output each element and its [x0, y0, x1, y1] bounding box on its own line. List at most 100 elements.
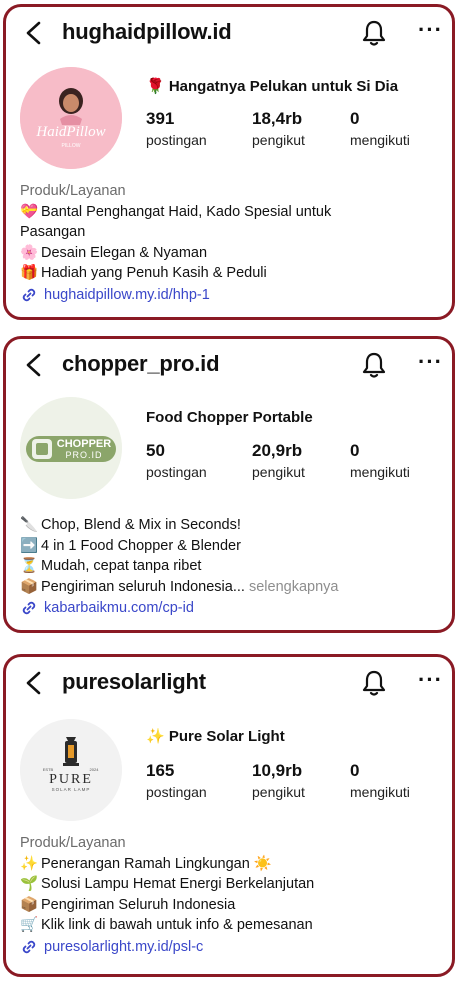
- bio-line: 💝 Bantal Penghangat Haid, Kado Spesial un…: [20, 202, 440, 223]
- back-arrow-icon[interactable]: [24, 353, 44, 377]
- link-icon: [22, 288, 36, 301]
- bio-line: 🎁 Hadiah yang Penuh Kasih & Peduli: [20, 263, 440, 284]
- bio-line: ⏳ Mudah, cepat tanpa ribet: [20, 556, 440, 577]
- profile-link[interactable]: puresolarlight.my.id/psl-c: [20, 937, 440, 958]
- profile-header: chopper_pro.id ···: [6, 347, 452, 383]
- bio-line-text: Solusi Lampu Hemat Energi Berkelanjutan: [41, 876, 315, 892]
- seedling-icon: 🌱: [20, 876, 39, 892]
- stat-following-value: 0: [350, 761, 360, 780]
- avatar[interactable]: ESTB 2024 PURE SOLAR LAMP: [20, 719, 122, 821]
- bio-line-text: Chop, Blend & Mix in Seconds!: [41, 517, 241, 533]
- link-icon: [22, 602, 36, 615]
- shopping-cart-icon: 🛒: [20, 917, 39, 933]
- stat-posts-value: 50: [146, 441, 165, 460]
- knife-icon: 🔪: [20, 517, 39, 533]
- more-options-icon[interactable]: ···: [418, 667, 443, 693]
- right-arrow-icon: ➡️: [20, 537, 39, 554]
- bio-line-text: Bantal Penghangat Haid, Kado Spesial unt…: [41, 203, 332, 220]
- stat-posts-value: 165: [146, 761, 175, 780]
- stat-following-value: 0: [350, 109, 360, 128]
- avatar[interactable]: HaidPillow PILLOW: [20, 67, 122, 169]
- stat-followers-label: pengikut: [252, 132, 305, 148]
- avatar-brand-sub: SOLAR LAMP: [52, 787, 91, 792]
- bio-line-text: Pengiriman Seluruh Indonesia: [41, 896, 236, 913]
- gift-icon: 🎁: [20, 265, 39, 281]
- profile-link[interactable]: kabarbaikmu.com/cp-id: [20, 598, 440, 619]
- bio-line-text: Hadiah yang Penuh Kasih & Peduli: [41, 265, 267, 281]
- stat-following-label: mengikuti: [350, 132, 410, 148]
- stat-following-label: mengikuti: [350, 464, 410, 480]
- profile-display-name: Food Chopper Portable: [146, 409, 313, 426]
- stat-following-value: 0: [350, 441, 360, 460]
- stat-posts-value: 391: [146, 109, 175, 128]
- bio-line: 🛒 Klik link di bawah untuk info & pemesan…: [20, 915, 440, 936]
- profile-display-name: 🌹 Hangatnya Pelukan untuk Si Dia: [146, 78, 399, 95]
- avatar-logo: CHOPPER PRO.ID: [20, 397, 122, 499]
- stat-followers-value: 10,9rb: [252, 761, 303, 780]
- bio-line: 📦 Pengiriman seluruh Indonesia... selengk…: [20, 577, 440, 598]
- avatar-brand-sub: PILLOW: [62, 143, 81, 149]
- stat-posts-label: postingan: [146, 464, 207, 480]
- stat-following[interactable]: 0 mengikuti: [350, 441, 410, 480]
- profile-link[interactable]: hughaidpillow.my.id/hhp-1: [20, 285, 440, 306]
- bio-line-text: Penerangan Ramah Lingkungan ☀️: [41, 855, 272, 872]
- bio-line: 🌸 Desain Elegan & Nyaman: [20, 243, 440, 264]
- bio-line: 🔪 Chop, Blend & Mix in Seconds!: [20, 515, 440, 536]
- package-icon: 📦: [20, 896, 39, 913]
- profile-link-text: kabarbaikmu.com/cp-id: [44, 600, 194, 616]
- stat-following[interactable]: 0 mengikuti: [350, 761, 410, 800]
- profile-header: puresolarlight ···: [6, 665, 452, 701]
- stat-followers-value: 18,4rb: [252, 109, 303, 128]
- back-arrow-icon[interactable]: [24, 21, 44, 45]
- bio-line-text: Pengiriman seluruh Indonesia...: [41, 578, 245, 595]
- profile-display-name: ✨ Pure Solar Light: [146, 728, 285, 745]
- profile-category: Produk/Layanan: [20, 835, 126, 851]
- stat-posts[interactable]: 391 postingan: [146, 109, 207, 148]
- notification-bell-icon[interactable]: [361, 351, 387, 379]
- bio-line: 🌱 Solusi Lampu Hemat Energi Berkelanjutan: [20, 874, 440, 895]
- more-options-icon[interactable]: ···: [418, 349, 443, 375]
- hourglass-icon: ⏳: [20, 558, 39, 574]
- avatar-brand-sub: PRO.ID: [65, 450, 102, 460]
- profile-handle: hughaidpillow.id: [62, 19, 232, 44]
- profile-bio: Produk/Layanan ✨ Penerangan Ramah Lingkun…: [20, 833, 440, 957]
- notification-bell-icon[interactable]: [361, 669, 387, 697]
- stat-followers[interactable]: 20,9rb pengikut: [252, 441, 305, 480]
- back-arrow-icon[interactable]: [24, 671, 44, 695]
- avatar-brand-text: PURE: [49, 772, 93, 787]
- profile-bio: 🔪 Chop, Blend & Mix in Seconds! ➡️ 4 in 1 …: [20, 515, 440, 619]
- see-more-link[interactable]: selengkapnya: [249, 579, 339, 595]
- stat-following[interactable]: 0 mengikuti: [350, 109, 410, 148]
- profile-link-text: puresolarlight.my.id/psl-c: [44, 938, 204, 955]
- bio-line: ✨ Penerangan Ramah Lingkungan ☀️: [20, 854, 440, 875]
- profile-card-chopper: chopper_pro.id ··· CHOPPER PRO.ID Food C…: [3, 336, 455, 633]
- stat-posts[interactable]: 165 postingan: [146, 761, 207, 800]
- blossom-icon: 🌸: [20, 244, 39, 261]
- gift-heart-icon: 💝: [20, 203, 39, 220]
- profile-category: Produk/Layanan: [20, 183, 126, 199]
- bio-line-text: Desain Elegan & Nyaman: [41, 244, 208, 261]
- stat-followers-label: pengikut: [252, 784, 305, 800]
- stat-posts[interactable]: 50 postingan: [146, 441, 207, 480]
- profile-handle: puresolarlight: [62, 669, 206, 694]
- stat-posts-label: postingan: [146, 784, 207, 800]
- stat-followers[interactable]: 18,4rb pengikut: [252, 109, 305, 148]
- avatar-brand-text: CHOPPER: [57, 438, 111, 450]
- avatar-illustration: HaidPillow PILLOW: [20, 67, 122, 169]
- more-options-icon[interactable]: ···: [418, 17, 443, 43]
- bio-line: ➡️ 4 in 1 Food Chopper & Blender: [20, 536, 440, 557]
- link-icon: [22, 940, 36, 953]
- bio-line-text: Mudah, cepat tanpa ribet: [41, 558, 202, 574]
- avatar[interactable]: CHOPPER PRO.ID: [20, 397, 122, 499]
- package-icon: 📦: [20, 578, 39, 595]
- notification-bell-icon[interactable]: [361, 19, 387, 47]
- bio-line: 📦 Pengiriman Seluruh Indonesia: [20, 895, 440, 916]
- stat-followers-label: pengikut: [252, 464, 305, 480]
- bio-line-text: Klik link di bawah untuk info & pemesana…: [41, 917, 313, 933]
- stat-following-label: mengikuti: [350, 784, 410, 800]
- sparkles-icon: ✨: [20, 855, 39, 872]
- profile-handle: chopper_pro.id: [62, 351, 220, 376]
- stat-followers[interactable]: 10,9rb pengikut: [252, 761, 305, 800]
- profile-header: hughaidpillow.id ···: [6, 15, 452, 51]
- avatar-brand-text: HaidPillow: [35, 124, 105, 140]
